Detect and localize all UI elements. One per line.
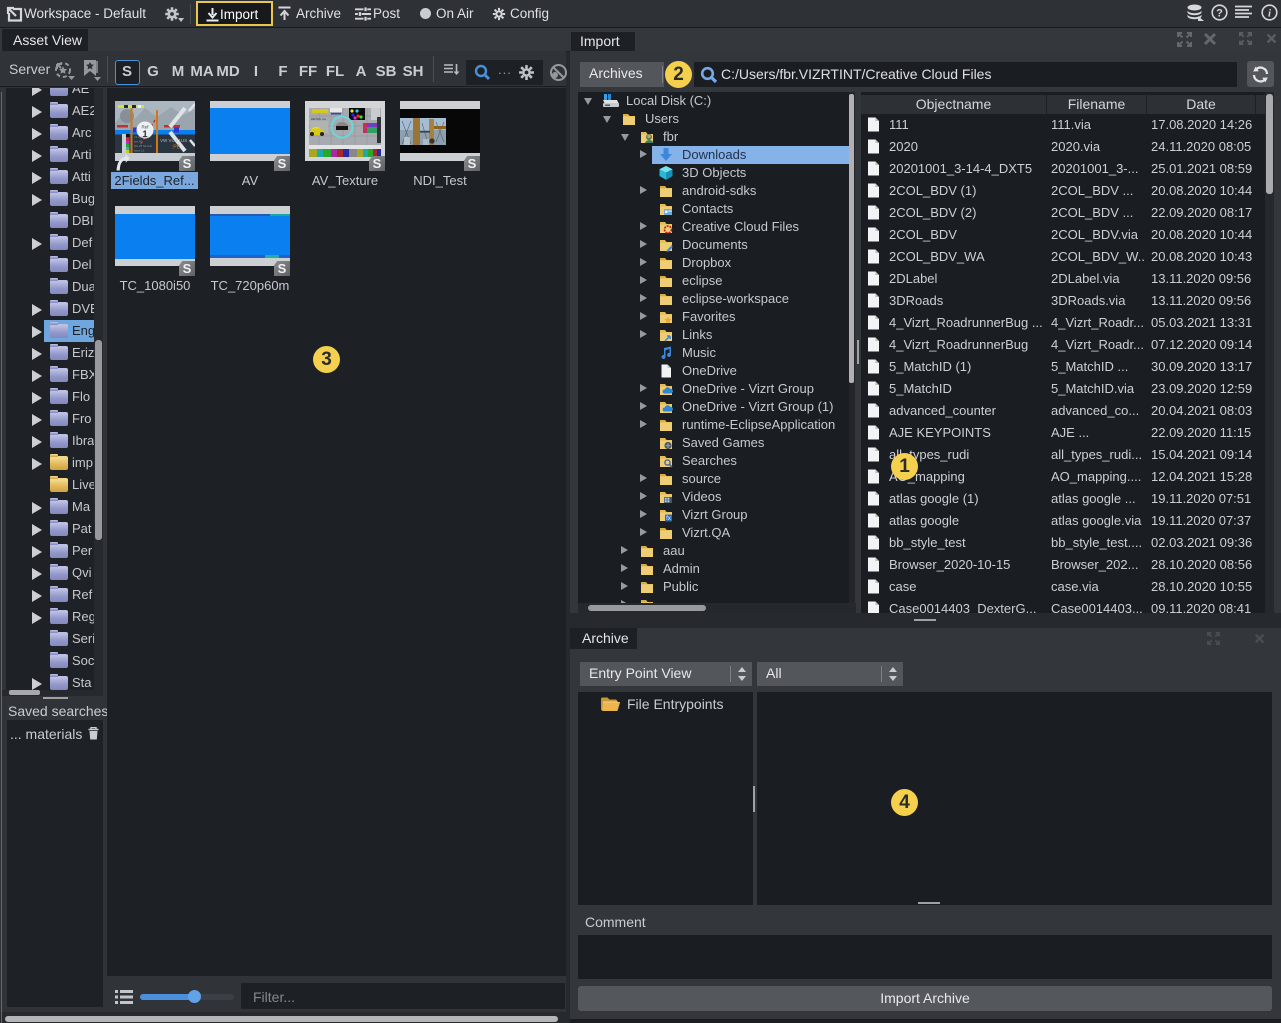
svg-text:?: ? — [1216, 8, 1223, 20]
svg-text:ent 50: ent 50 — [134, 140, 143, 144]
svg-text:keys 12: keys 12 — [134, 149, 145, 153]
svg-text:VW VU I 1US: VW VU I 1US — [160, 138, 187, 143]
svg-text:i: i — [1268, 8, 1272, 20]
svg-text:fps 25 hd test: fps 25 hd test — [134, 144, 152, 148]
svg-text:fx: fx — [666, 516, 671, 522]
svg-text::PB: :PB — [172, 145, 181, 151]
svg-text:DETAIL rev: DETAIL rev — [311, 117, 327, 121]
svg-text:v1 system: v1 system — [134, 135, 148, 139]
